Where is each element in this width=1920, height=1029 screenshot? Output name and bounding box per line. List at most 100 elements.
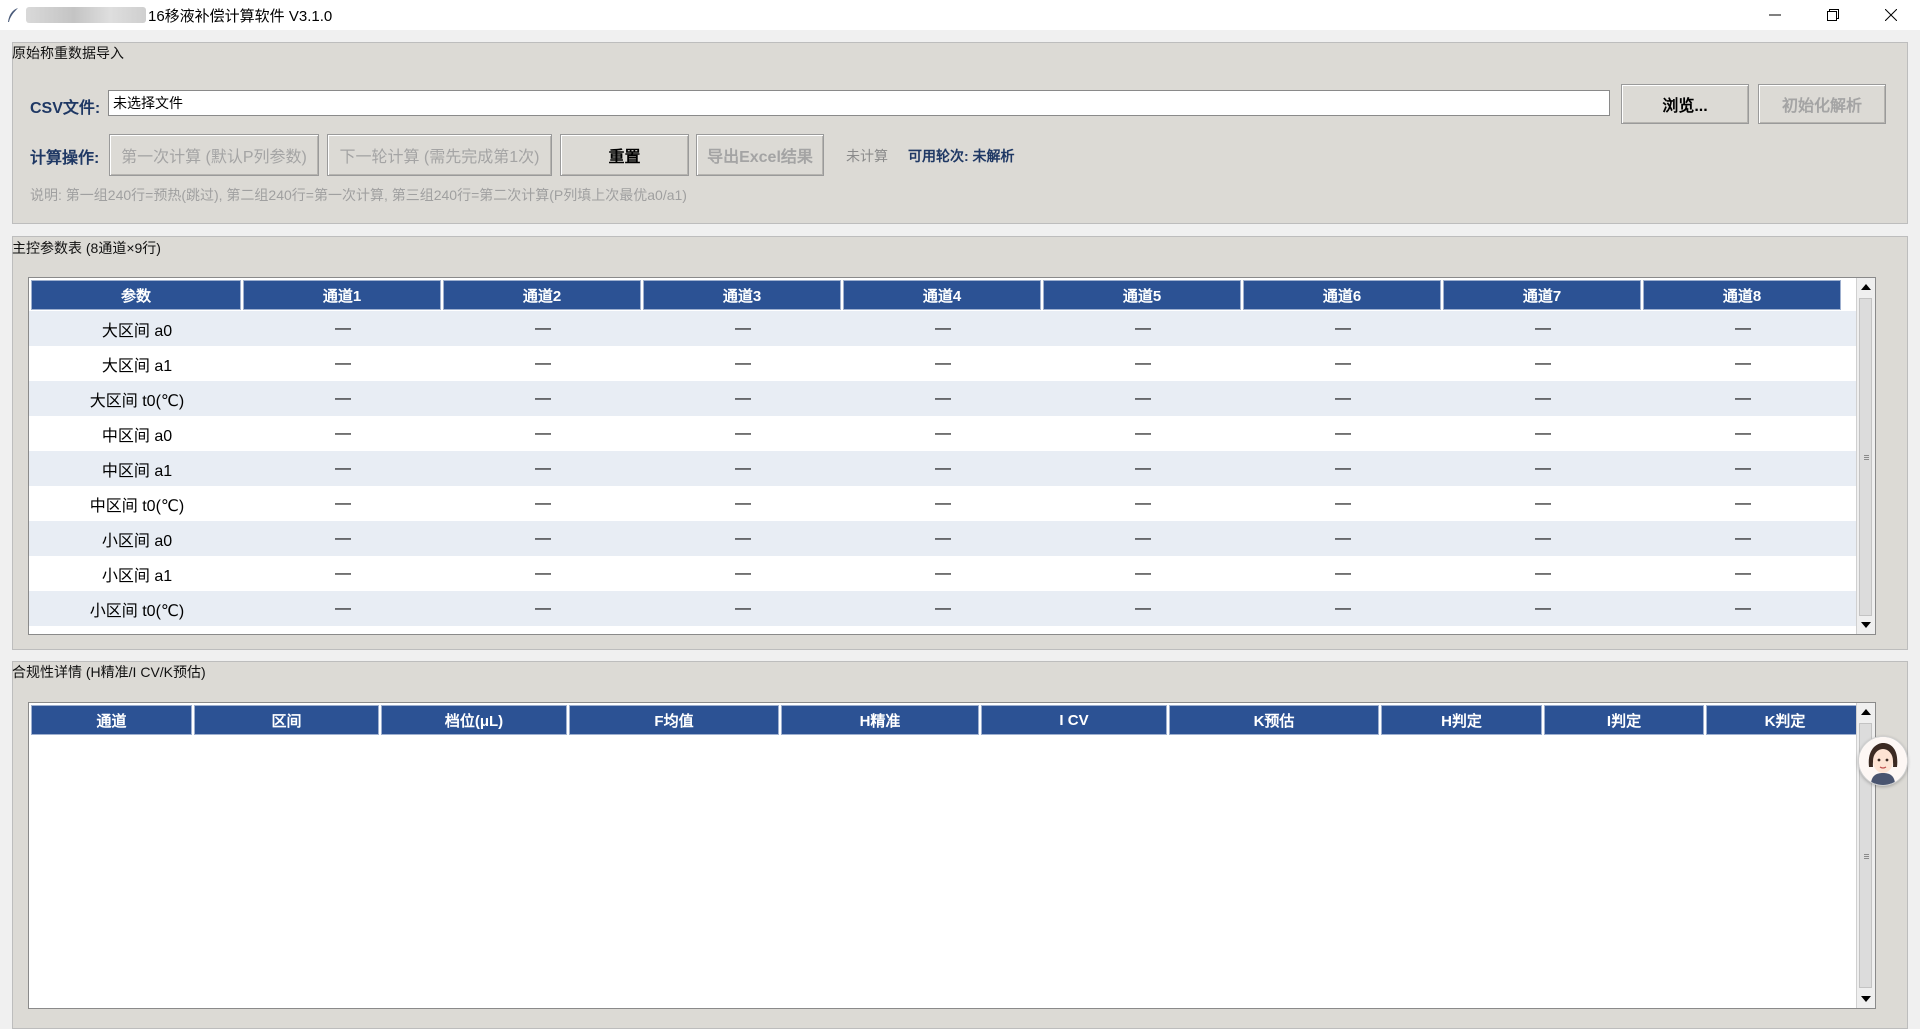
table-cell: — [1735, 564, 1751, 582]
table-row[interactable]: 小区间 t0(℃) — — — — — — — — [29, 591, 1873, 626]
row-label: 中区间 a0 [101, 427, 173, 445]
table-cell: — [335, 424, 351, 442]
scroll-thumb[interactable] [1859, 298, 1872, 616]
column-header-gear[interactable]: 档位(μL) [381, 705, 567, 735]
reset-button[interactable]: 重置 [560, 134, 689, 176]
table-cell: — [1735, 424, 1751, 442]
export-excel-button[interactable]: 导出Excel结果 [696, 134, 824, 176]
assistant-avatar[interactable] [1858, 736, 1908, 786]
init-parse-button[interactable]: 初始化解析 [1758, 84, 1886, 124]
table-cell: — [335, 319, 351, 337]
column-header-channel-7[interactable]: 通道7 [1443, 280, 1641, 310]
column-header-channel-3[interactable]: 通道3 [643, 280, 841, 310]
table-cell: — [535, 529, 551, 547]
table-cell: — [335, 354, 351, 372]
table-cell: — [1335, 424, 1351, 442]
table-row[interactable]: 中区间 a1 — — — — — — — — [29, 451, 1873, 486]
table-cell: — [335, 389, 351, 407]
column-header-channel-6[interactable]: 通道6 [1243, 280, 1441, 310]
window-title: 16移液补偿计算软件 V3.1.0 [148, 7, 333, 25]
column-header-channel-8[interactable]: 通道8 [1643, 280, 1841, 310]
table-row[interactable]: 大区间 a1 — — — — — — — — [29, 346, 1873, 381]
column-header-channel-4[interactable]: 通道4 [843, 280, 1041, 310]
table-cell: — [535, 459, 551, 477]
table-cell: — [1735, 354, 1751, 372]
close-icon [1885, 9, 1897, 21]
table-cell: — [335, 459, 351, 477]
table-cell: — [735, 599, 751, 617]
table-cell: — [1135, 459, 1151, 477]
table-row[interactable]: 大区间 t0(℃) — — — — — — — — [29, 381, 1873, 416]
scroll-up-icon[interactable] [1857, 278, 1875, 296]
table-row[interactable]: 中区间 a0 — — — — — — — — [29, 416, 1873, 451]
table-row[interactable]: 大区间 a0 — — — — — — — — [29, 311, 1873, 346]
table-cell: — [1135, 564, 1151, 582]
row-label: 小区间 t0(℃) [89, 602, 185, 620]
table-cell: — [735, 354, 751, 372]
compliance-section-title: 合规性详情 (H精准/I CV/K预估) [12, 664, 206, 680]
restore-button[interactable] [1804, 0, 1862, 30]
table-cell: — [1735, 494, 1751, 512]
table-cell: — [735, 389, 751, 407]
table-cell: — [1335, 389, 1351, 407]
column-header-k-estimate[interactable]: K预估 [1169, 705, 1379, 735]
table-cell: — [535, 319, 551, 337]
table-cell: — [1335, 529, 1351, 547]
column-header-h-judge[interactable]: H判定 [1381, 705, 1542, 735]
blurred-title-prefix [26, 7, 146, 23]
column-header-channel-2[interactable]: 通道2 [443, 280, 641, 310]
table-row[interactable]: 中区间 t0(℃) — — — — — — — — [29, 486, 1873, 521]
table-cell: — [535, 564, 551, 582]
column-header-channel[interactable]: 通道 [31, 705, 192, 735]
column-header-h-accuracy[interactable]: H精准 [781, 705, 979, 735]
column-header-channel-5[interactable]: 通道5 [1043, 280, 1241, 310]
csv-file-value: 未选择文件 [113, 95, 183, 111]
param-section-title: 主控参数表 (8通道×9行) [12, 240, 161, 256]
table-cell: — [1335, 599, 1351, 617]
scroll-down-icon[interactable] [1857, 990, 1875, 1008]
csv-file-field[interactable]: 未选择文件 [108, 90, 1610, 116]
table-cell: — [935, 529, 951, 547]
column-header-f-mean[interactable]: F均值 [569, 705, 779, 735]
table-cell: — [935, 459, 951, 477]
column-header-param[interactable]: 参数 [31, 280, 241, 310]
table-cell: — [935, 599, 951, 617]
table-cell: — [1735, 389, 1751, 407]
table-row[interactable]: 小区间 a1 — — — — — — — — [29, 556, 1873, 591]
column-header-range[interactable]: 区间 [194, 705, 379, 735]
close-button[interactable] [1862, 0, 1920, 30]
row-label: 大区间 a0 [101, 322, 173, 340]
column-header-i-cv[interactable]: I CV [981, 705, 1167, 735]
row-label: 中区间 a1 [101, 462, 173, 480]
param-table-scrollbar[interactable] [1856, 278, 1875, 634]
column-header-channel-1[interactable]: 通道1 [243, 280, 441, 310]
table-cell: — [1135, 354, 1151, 372]
table-cell: — [1535, 529, 1551, 547]
minimize-button[interactable] [1746, 0, 1804, 30]
column-header-i-judge[interactable]: I判定 [1544, 705, 1704, 735]
calc-status: 未计算 [846, 148, 888, 164]
table-cell: — [535, 354, 551, 372]
table-cell: — [335, 564, 351, 582]
table-cell: — [1335, 459, 1351, 477]
instruction-note: 说明: 第一组240行=预热(跳过), 第二组240行=第一次计算, 第三组24… [30, 187, 687, 203]
table-cell: — [1335, 354, 1351, 372]
feather-icon [8, 8, 18, 22]
table-cell: — [1535, 564, 1551, 582]
next-calc-button[interactable]: 下一轮计算 (需先完成第1次) [327, 134, 552, 176]
column-header-k-judge[interactable]: K判定 [1706, 705, 1864, 735]
table-cell: — [1335, 564, 1351, 582]
table-cell: — [535, 494, 551, 512]
table-cell: — [935, 494, 951, 512]
scroll-down-icon[interactable] [1857, 616, 1875, 634]
available-rounds: 可用轮次: 未解析 [908, 148, 1015, 164]
browse-button[interactable]: 浏览... [1621, 84, 1749, 124]
table-row[interactable]: 小区间 a0 — — — — — — — — [29, 521, 1873, 556]
scroll-up-icon[interactable] [1857, 703, 1875, 721]
table-cell: — [1535, 389, 1551, 407]
calc-operation-label: 计算操作: [30, 150, 100, 167]
row-label: 大区间 t0(℃) [89, 392, 185, 410]
table-cell: — [335, 529, 351, 547]
first-calc-button[interactable]: 第一次计算 (默认P列参数) [109, 134, 319, 176]
table-cell: — [1135, 424, 1151, 442]
